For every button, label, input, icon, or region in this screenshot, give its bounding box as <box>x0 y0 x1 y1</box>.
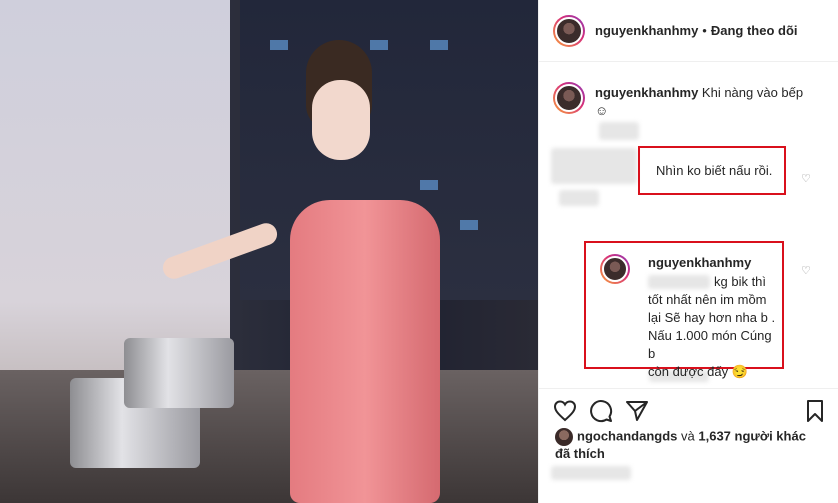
post-photo[interactable] <box>0 0 538 503</box>
caption-username[interactable]: nguyenkhanhmy <box>595 85 698 100</box>
blurred-avatar <box>551 148 637 184</box>
heart-icon[interactable] <box>553 399 577 423</box>
reply-username[interactable]: nguyenkhanhmy <box>648 255 751 270</box>
likes-line2: đã thích <box>555 446 605 461</box>
caption-emoji: ☺ <box>595 103 609 118</box>
liker-avatar[interactable] <box>555 428 573 446</box>
bookmark-icon[interactable] <box>803 399 827 423</box>
reply-line: Nấu 1.000 món Cúng b <box>648 328 772 361</box>
reply-avatar[interactable] <box>600 254 630 284</box>
likes-count[interactable]: 1,637 <box>698 428 731 443</box>
author-avatar[interactable] <box>553 14 585 47</box>
photo-dress <box>290 200 440 503</box>
likes-summary: ngochandangds và 1,637 người khác đã thí… <box>555 428 825 462</box>
caption-text: Khi nàng vào bếp <box>701 85 804 100</box>
caption-text-block: nguyenkhanhmy Khi nàng vào bếp ☺ <box>595 82 803 120</box>
likes-suffix[interactable]: người khác <box>735 428 806 443</box>
photo-face <box>312 80 370 160</box>
comment-text: Nhìn ko biết nấu rồi. <box>656 163 773 178</box>
comment-icon[interactable] <box>589 399 613 423</box>
highlighted-reply: nguyenkhanhmy kg bik thì tốt nhất nên im… <box>584 241 784 379</box>
reply-line: tốt nhất nên im mồm <box>648 292 767 307</box>
author-username[interactable]: nguyenkhanhmy <box>595 23 698 38</box>
reply-line: còn được đấy 😏 <box>648 364 748 379</box>
blurred-content <box>599 122 639 140</box>
blurred-mention <box>648 275 710 289</box>
post-header: nguyenkhanhmy • Đang theo dõi <box>539 0 838 62</box>
reply-text: kg bik thì tốt nhất nên im mồm lại Sẽ ha… <box>648 273 778 381</box>
photo-light <box>460 220 478 230</box>
reply-line: lại Sẽ hay hơn nha b . <box>648 310 776 325</box>
blurred-content <box>559 190 599 206</box>
blurred-content <box>551 466 631 480</box>
comment-like-icon[interactable]: ♡ <box>801 172 815 186</box>
caption-avatar[interactable] <box>553 82 585 114</box>
liker-username[interactable]: ngochandangds <box>577 428 677 443</box>
reply-like-icon[interactable]: ♡ <box>801 264 815 278</box>
post-caption: nguyenkhanhmy Khi nàng vào bếp ☺ <box>553 82 833 120</box>
photo-person <box>159 40 450 503</box>
share-icon[interactable] <box>625 399 649 423</box>
likes-connector: và <box>681 428 695 444</box>
follow-status-button[interactable]: Đang theo dõi <box>711 23 798 38</box>
photo-pot <box>124 338 234 408</box>
highlighted-comment: Nhìn ko biết nấu rồi. <box>638 146 786 195</box>
header-separator: • <box>702 23 707 38</box>
